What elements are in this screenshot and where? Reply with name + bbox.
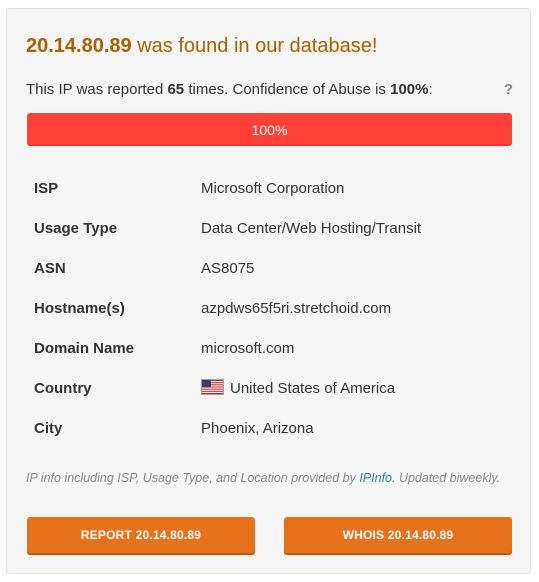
page-title: 20.14.80.89 was found in our database! xyxy=(26,35,377,58)
detail-key: Usage Type xyxy=(34,219,118,237)
detail-key: City xyxy=(34,419,63,437)
detail-row-domain-name: Domain Name microsoft.com xyxy=(27,328,512,368)
help-icon[interactable]: ? xyxy=(504,81,513,98)
detail-key: ASN xyxy=(34,259,66,277)
detail-row-asn: ASN AS8075 xyxy=(27,248,512,288)
footnote-text: IP info including ISP, Usage Type, and L… xyxy=(26,471,356,485)
detail-value: AS8075 xyxy=(201,259,255,277)
detail-value: microsoft.com xyxy=(201,339,295,357)
title-suffix: was found in our database! xyxy=(137,35,378,57)
detail-row-city: City Phoenix, Arizona xyxy=(27,408,512,448)
data-source-note: IP info including ISP, Usage Type, and L… xyxy=(26,469,506,488)
ip-details-table: ISP Microsoft Corporation Usage Type Dat… xyxy=(27,168,512,448)
confidence-value: 100% xyxy=(390,81,429,98)
detail-value: Phoenix, Arizona xyxy=(201,419,314,437)
detail-row-hostname: Hostname(s) azpdws65f5ri.stretchoid.com xyxy=(27,288,512,328)
progress-label: 100% xyxy=(251,121,288,138)
detail-key: Hostname(s) xyxy=(34,299,125,317)
detail-row-country: Country United States of America xyxy=(27,368,512,408)
detail-row-isp: ISP Microsoft Corporation xyxy=(27,168,512,208)
report-count: 65 xyxy=(167,81,185,98)
title-ip: 20.14.80.89 xyxy=(26,35,132,57)
report-middle: times. Confidence of Abuse is xyxy=(188,81,386,98)
report-prefix: This IP was reported xyxy=(26,81,164,98)
detail-key: ISP xyxy=(34,179,59,197)
confidence-progress-bar: 100% xyxy=(27,113,512,146)
footnote-text-after: . Updated biweekly. xyxy=(392,471,501,485)
detail-value: United States of America xyxy=(230,380,396,397)
progress-fill: 100% xyxy=(27,113,512,146)
whois-ip-button[interactable]: WHOIS 20.14.80.89 xyxy=(284,517,512,553)
detail-key: Domain Name xyxy=(34,339,135,357)
ip-result-card: 20.14.80.89 was found in our database! T… xyxy=(6,8,531,574)
detail-row-usage-type: Usage Type Data Center/Web Hosting/Trans… xyxy=(27,208,512,248)
detail-value: azpdws65f5ri.stretchoid.com xyxy=(201,299,392,317)
ipinfo-link[interactable]: IPInfo xyxy=(359,471,392,485)
detail-value: Microsoft Corporation xyxy=(201,179,345,197)
detail-value: Data Center/Web Hosting/Transit xyxy=(201,219,422,237)
report-summary: This IP was reported 65 times. Confidenc… xyxy=(26,81,433,98)
report-ip-button[interactable]: REPORT 20.14.80.89 xyxy=(27,517,255,553)
us-flag-icon xyxy=(201,379,224,395)
detail-key: Country xyxy=(34,379,92,397)
report-suffix: : xyxy=(428,81,433,98)
